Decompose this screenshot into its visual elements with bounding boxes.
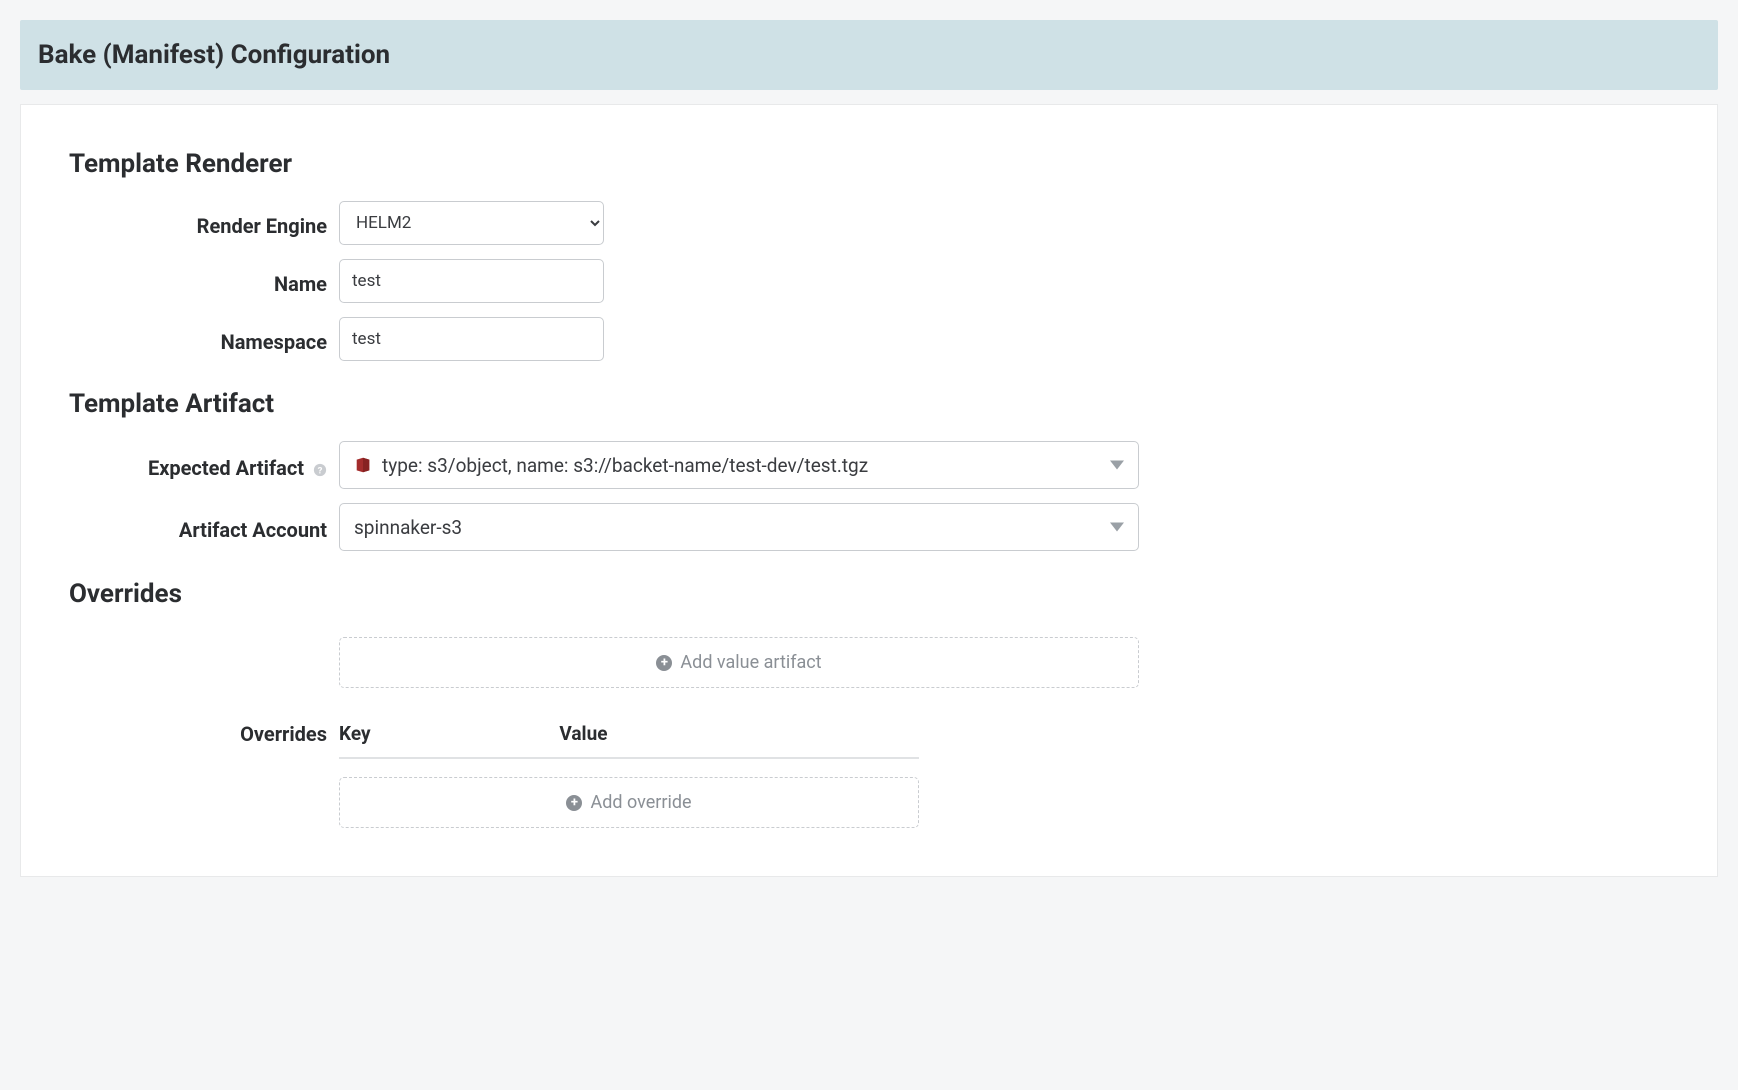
label-artifact-account: Artifact Account	[69, 512, 339, 542]
add-override-label: Add override	[590, 792, 691, 813]
s3-icon	[354, 456, 372, 474]
chevron-down-icon	[1110, 461, 1124, 470]
section-title-overrides: Overrides	[69, 579, 1669, 609]
section-title-renderer: Template Renderer	[69, 149, 1669, 179]
label-overrides: Overrides	[69, 722, 339, 746]
svg-text:?: ?	[318, 465, 323, 476]
plus-circle-icon: +	[566, 795, 582, 811]
expected-artifact-select[interactable]: type: s3/object, name: s3://backet-name/…	[339, 441, 1139, 489]
row-render-engine: Render Engine HELM2	[69, 201, 1669, 245]
row-namespace: Namespace	[69, 317, 1669, 361]
page-title: Bake (Manifest) Configuration	[38, 40, 1700, 70]
add-override-button[interactable]: + Add override	[339, 777, 919, 828]
config-header: Bake (Manifest) Configuration	[20, 20, 1718, 90]
label-render-engine: Render Engine	[69, 208, 339, 238]
config-panel: Template Renderer Render Engine HELM2 Na…	[20, 104, 1718, 877]
label-name: Name	[69, 266, 339, 296]
add-value-artifact-button[interactable]: + Add value artifact	[339, 637, 1139, 688]
render-engine-select[interactable]: HELM2	[339, 201, 604, 245]
row-add-value-artifact: + Add value artifact	[69, 637, 1669, 688]
row-expected-artifact: Expected Artifact ? type: s3/object, nam…	[69, 441, 1669, 489]
row-name: Name	[69, 259, 1669, 303]
kv-headers: Key Value	[339, 722, 919, 759]
row-artifact-account: Artifact Account spinnaker-s3	[69, 503, 1669, 551]
artifact-account-select[interactable]: spinnaker-s3	[339, 503, 1139, 551]
render-engine-select-wrap: HELM2	[339, 201, 604, 245]
kv-header-value: Value	[559, 722, 919, 745]
kv-header-key: Key	[339, 722, 559, 745]
label-namespace: Namespace	[69, 324, 339, 354]
row-overrides-kv: Overrides Key Value + Add override	[69, 722, 1669, 828]
name-input[interactable]	[339, 259, 604, 303]
artifact-account-value: spinnaker-s3	[354, 516, 462, 539]
plus-circle-icon: +	[656, 655, 672, 671]
help-icon[interactable]: ?	[313, 456, 327, 480]
section-title-artifact: Template Artifact	[69, 389, 1669, 419]
expected-artifact-value: type: s3/object, name: s3://backet-name/…	[382, 454, 868, 477]
add-value-artifact-label: Add value artifact	[680, 652, 821, 673]
label-empty-1	[69, 660, 339, 666]
chevron-down-icon	[1110, 523, 1124, 532]
namespace-input[interactable]	[339, 317, 604, 361]
label-expected-artifact: Expected Artifact ?	[69, 450, 339, 480]
